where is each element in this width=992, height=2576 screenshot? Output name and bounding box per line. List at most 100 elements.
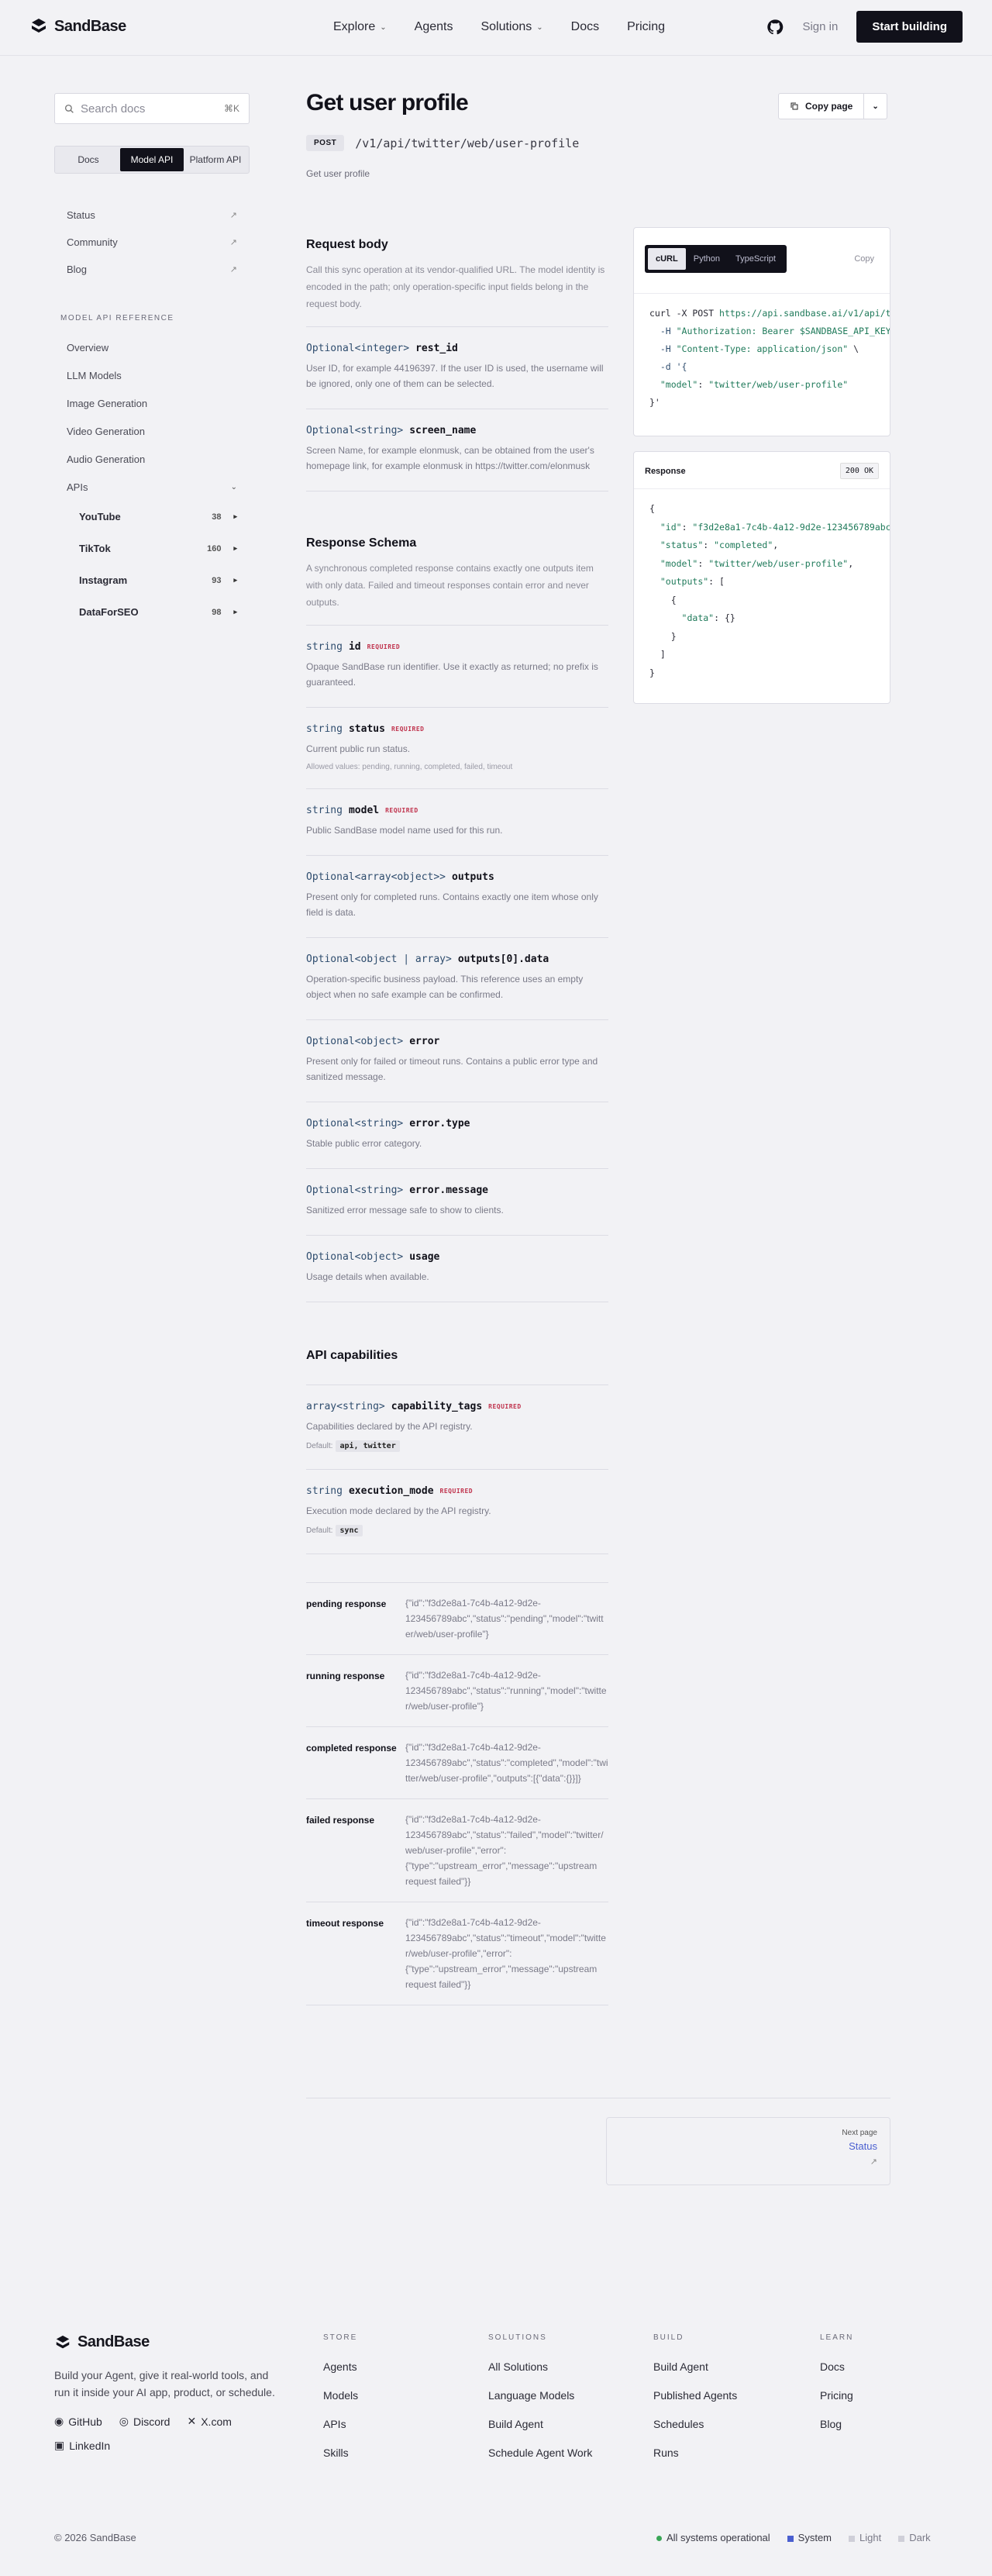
theme-option-dark[interactable]: Dark [898,2532,931,2543]
field-description: Present only for failed or timeout runs.… [306,1056,598,1082]
sign-in-link[interactable]: Sign in [802,20,838,33]
theme-system-icon [787,2535,794,2542]
social-link-discord[interactable]: ◎ Discord [119,2415,170,2428]
schema-field: Optional<string> screen_name Screen Name, … [306,409,608,491]
sub-item-count: 38 [212,512,222,522]
sidebar-sub-item-youtube[interactable]: YouTube 38 ▸ [54,501,250,533]
sidebar-link-community[interactable]: Community ↗ [54,229,250,256]
field-allowed-values: Allowed values: pending, running, comple… [306,763,513,771]
sidebar-item-audio-generation[interactable]: Audio Generation [54,445,250,473]
tab-curl[interactable]: cURL [648,248,686,270]
footer-link-skills[interactable]: Skills [323,2447,358,2459]
response-code-block[interactable]: { "id": "f3d2e8a1-7c4b-4a12-9d2e-1234567… [634,489,890,693]
sidebar-item-llm-models[interactable]: LLM Models [54,361,250,389]
field-signature: Optional<string> screen_name [306,425,608,436]
sub-item-label: DataForSEO [79,606,139,618]
example-value[interactable]: {"id":"f3d2e8a1-7c4b-4a12-9d2e-123456789… [405,1595,608,1642]
example-row-pending-response: pending response {"id":"f3d2e8a1-7c4b-4a1… [306,1582,608,1654]
schema-field: string execution_mode REQUIRED Execution mo… [306,1469,608,1554]
sidebar-item-overview[interactable]: Overview [54,333,250,361]
footer-link-docs[interactable]: Docs [820,2360,853,2373]
footer-link-language-models[interactable]: Language Models [488,2389,592,2402]
tab-python[interactable]: Python [686,248,728,270]
schema-field: string id REQUIRED Opaque SandBase run iden… [306,625,608,707]
footer-link-apis[interactable]: APIs [323,2418,358,2430]
footer-column-solutions: SOLUTIONS All Solutions Language Models Bui… [488,2333,592,2459]
schema-field: Optional<object> usage Usage details when … [306,1235,608,1302]
segment-docs[interactable]: Docs [57,148,120,171]
example-value[interactable]: {"id":"f3d2e8a1-7c4b-4a12-9d2e-123456789… [405,1740,608,1786]
sidebar-nav-items: Overview LLM Models Image Generation Video … [54,333,250,501]
sidebar-item-apis[interactable]: APIs ⌄ [54,473,250,501]
example-value[interactable]: {"id":"f3d2e8a1-7c4b-4a12-9d2e-123456789… [405,1667,608,1714]
search-input[interactable]: Search docs ⌘K [54,93,250,124]
response-schema-description: A synchronous completed response contain… [306,563,594,608]
theme-option-system[interactable]: System [787,2532,832,2543]
copy-code-button[interactable]: Copy [854,254,879,264]
brand-logo[interactable]: SandBase [29,17,126,36]
segment-model-api[interactable]: Model API [120,148,184,171]
sidebar-item-video-generation[interactable]: Video Generation [54,417,250,445]
sidebar-sub-item-tiktok[interactable]: TikTok 160 ▸ [54,533,250,564]
sidebar-item-image-generation[interactable]: Image Generation [54,389,250,417]
nav-item-docs[interactable]: Docs [571,20,599,34]
sub-item-label: YouTube [79,511,121,522]
segment-platform-api[interactable]: Platform API [184,148,247,171]
example-value[interactable]: {"id":"f3d2e8a1-7c4b-4a12-9d2e-123456789… [405,1812,608,1889]
sidebar-link-blog[interactable]: Blog ↗ [54,256,250,283]
field-name: outputs [452,871,494,883]
schema-field: string status REQUIRED Current public run s… [306,707,608,788]
footer-link-pricing[interactable]: Pricing [820,2389,853,2402]
footer-column-store: STORE Agents Models APIs Skills [323,2333,358,2459]
field-name: model [348,805,380,816]
github-icon[interactable] [766,19,784,36]
footer-link-schedules[interactable]: Schedules [653,2418,737,2430]
nav-item-explore[interactable]: Explore ⌄ [333,20,387,34]
footer-link-build-agent[interactable]: Build Agent [488,2418,592,2430]
footer-link-runs[interactable]: Runs [653,2447,737,2459]
social-link-github[interactable]: ◉ GitHub [54,2415,102,2428]
footer-column-build: BUILD Build Agent Published Agents Schedule… [653,2333,737,2459]
next-page-card[interactable]: Next page Status ↗ [606,2117,890,2185]
footer-link-published-agents[interactable]: Published Agents [653,2389,737,2402]
start-building-button[interactable]: Start building [856,11,963,43]
main-content: Get user profile POST /v1/api/twitter/we… [306,90,608,2005]
footer-link-agents[interactable]: Agents [323,2360,358,2373]
nav-item-solutions[interactable]: Solutions ⌄ [480,20,542,34]
field-description: Sanitized error message safe to show to … [306,1205,504,1216]
social-link-x-com[interactable]: ✕ X.com [187,2415,231,2428]
code-line: { [649,503,655,514]
system-status[interactable]: All systems operational [656,2532,770,2543]
sidebar-link-status[interactable]: Status ↗ [54,202,250,229]
footer-link-models[interactable]: Models [323,2389,358,2402]
field-signature: Optional<string> error.message [306,1185,608,1196]
example-key: completed response [306,1743,397,1754]
theme-option-light[interactable]: Light [849,2532,881,2543]
default-value-chip: sync [336,1525,363,1536]
tab-typescript[interactable]: TypeScript [728,248,784,270]
copy-page-dropdown[interactable]: ⌄ [864,94,886,119]
external-arrow-icon: ↗ [229,238,237,247]
sidebar-link-label: Status [67,209,95,221]
schema-field: array<string> capability_tags REQUIRED Capa… [306,1385,608,1469]
page-title: Get user profile [306,90,469,116]
copy-page-button[interactable]: Copy page [779,94,865,119]
footer-link-all-solutions[interactable]: All Solutions [488,2360,592,2373]
schema-field: Optional<string> error.message Sanitized e… [306,1168,608,1235]
chevron-right-icon: ▸ [233,544,237,552]
footer-link-build-agent[interactable]: Build Agent [653,2360,737,2373]
social-link-linkedin[interactable]: ▣ LinkedIn [54,2439,110,2452]
sidebar-sub-item-instagram[interactable]: Instagram 93 ▸ [54,564,250,596]
example-value[interactable]: {"id":"f3d2e8a1-7c4b-4a12-9d2e-123456789… [405,1915,608,1992]
sidebar-sub-item-dataforseo[interactable]: DataForSEO 98 ▸ [54,596,250,628]
social-links: ◉ GitHub ◎ Discord ✕ X.com ▣ LinkedIn [54,2415,287,2452]
field-type: array<string> [306,1401,385,1412]
nav-item-agents[interactable]: Agents [415,20,453,34]
footer-link-schedule-agent-work[interactable]: Schedule Agent Work [488,2447,592,2459]
request-code-block[interactable]: curl -X POST https://api.sandbase.ai/v1/… [634,293,890,412]
nav-item-pricing[interactable]: Pricing [627,20,665,34]
example-key: timeout response [306,1918,384,1929]
endpoint-path[interactable]: /v1/api/twitter/web/user-profile [355,136,579,150]
footer-link-blog[interactable]: Blog [820,2418,853,2430]
example-row-timeout-response: timeout response {"id":"f3d2e8a1-7c4b-4a1… [306,1902,608,2005]
